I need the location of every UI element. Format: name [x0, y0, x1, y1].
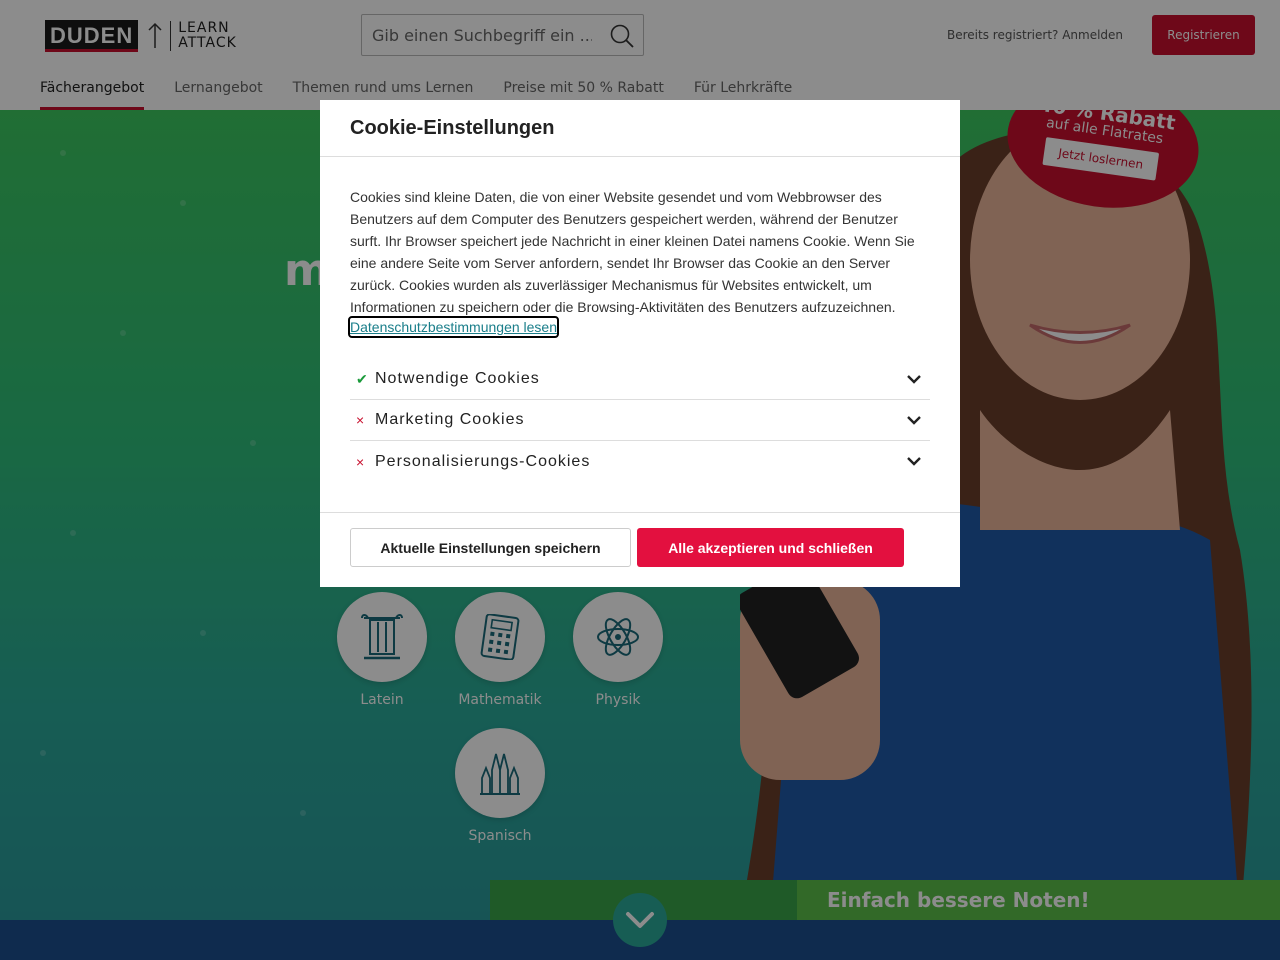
chevron-down-icon[interactable] — [906, 373, 922, 385]
cookie-category-necessary[interactable]: ✔ Notwendige Cookies — [350, 359, 930, 400]
cookie-category-label: Marketing Cookies — [375, 411, 525, 428]
cookie-category-label: Personalisierungs-Cookies — [375, 452, 591, 470]
cookie-category-personalization[interactable]: × Personalisierungs-Cookies — [350, 441, 930, 482]
privacy-policy-link[interactable]: Datenschutzbestimmungen lesen — [347, 316, 560, 338]
check-icon: ✔ — [356, 370, 368, 387]
dialog-title: Cookie-Einstellungen — [320, 100, 960, 157]
cookie-description: Cookies sind kleine Daten, die von einer… — [350, 189, 915, 315]
cookie-category-label: Notwendige Cookies — [375, 370, 540, 387]
dialog-body: Cookies sind kleine Daten, die von einer… — [320, 157, 960, 482]
save-settings-button[interactable]: Aktuelle Einstellungen speichern — [350, 528, 631, 567]
close-icon: × — [356, 453, 365, 470]
cookie-category-list: ✔ Notwendige Cookies × Marketing Cookies… — [350, 359, 930, 482]
cookie-settings-dialog: Cookie-Einstellungen Cookies sind kleine… — [320, 100, 960, 587]
chevron-down-icon[interactable] — [906, 455, 922, 467]
accept-all-button[interactable]: Alle akzeptieren und schließen — [637, 528, 904, 567]
chevron-down-icon[interactable] — [906, 414, 922, 426]
dialog-footer: Aktuelle Einstellungen speichern Alle ak… — [320, 512, 960, 587]
close-icon: × — [356, 412, 365, 428]
cookie-category-marketing[interactable]: × Marketing Cookies — [350, 400, 930, 441]
